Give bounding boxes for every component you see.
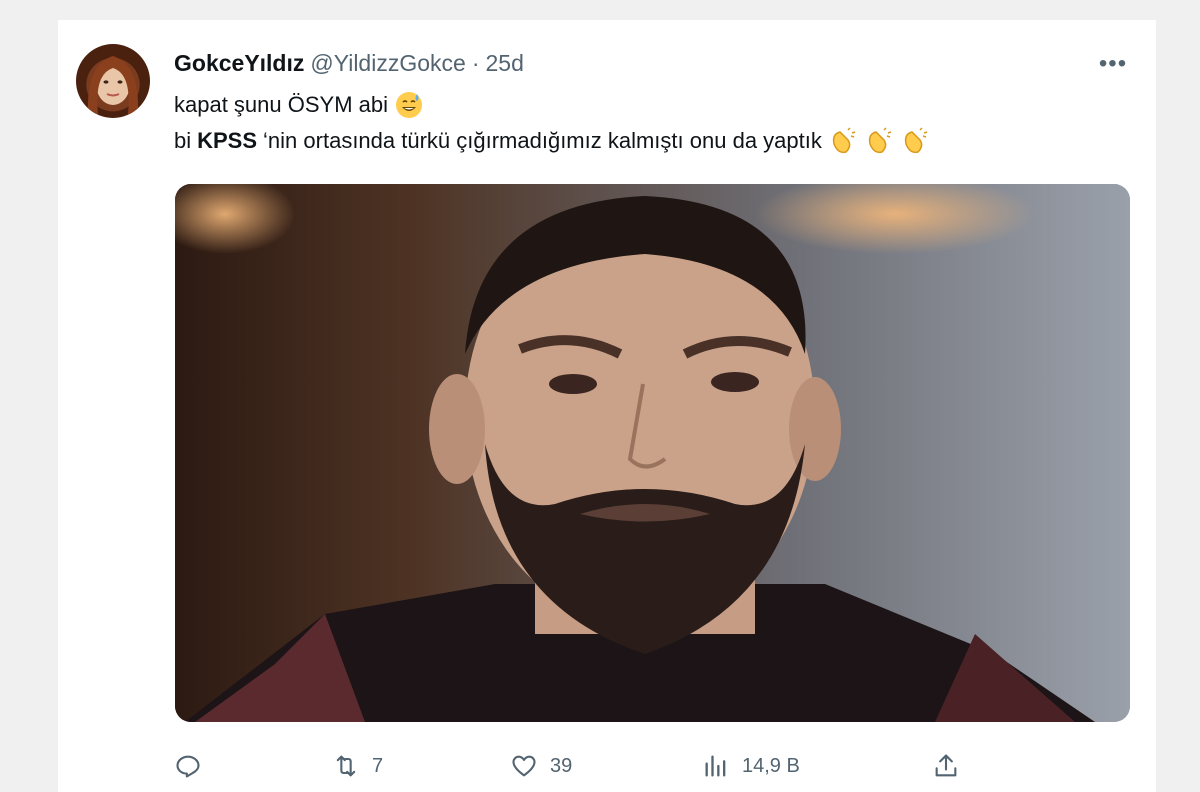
reply-button[interactable] [174, 746, 202, 786]
tweet-text-line-2: bi KPSS ‘nin ortasında türkü çığırmadığı… [174, 126, 930, 156]
like-button[interactable]: 39 [510, 746, 572, 786]
share-icon [935, 754, 957, 777]
view-count: 14,9 B [742, 754, 800, 777]
header-separator: · [471, 49, 480, 76]
retweet-count: 7 [372, 754, 384, 777]
retweet-icon [336, 755, 356, 777]
clapping-hands-icon [900, 126, 930, 156]
reply-icon [176, 755, 200, 778]
more-options-button[interactable]: ••• [1096, 50, 1130, 78]
clapping-hands-icon [864, 126, 894, 156]
display-name[interactable]: GokceYıldız [174, 50, 304, 77]
views-chart-icon [705, 755, 726, 777]
timestamp[interactable]: 25d [485, 50, 523, 77]
tweet-text-line-1: kapat şunu ÖSYM abi [174, 90, 424, 120]
handle[interactable]: @YildizzGokce [310, 50, 465, 77]
tweet-text: kapat şunu ÖSYM abi [174, 92, 389, 117]
clapping-hands-icon [828, 126, 858, 156]
like-count: 39 [550, 754, 573, 777]
tweet-media-image[interactable] [175, 184, 1130, 722]
tweet-actions-bar: 7 39 14,9 B [172, 746, 972, 786]
share-button[interactable] [932, 746, 960, 786]
tweet-text-prefix: bi [174, 128, 192, 153]
tweet-text-bold: KPSS [197, 128, 258, 153]
tweet-text-rest: ‘nin ortasında türkü çığırmadığımız kalm… [263, 128, 822, 153]
tweet-header: GokceYıldız @YildizzGokce · 25d [174, 49, 524, 77]
retweet-button[interactable]: 7 [332, 746, 383, 786]
avatar[interactable] [76, 44, 150, 118]
grinning-sweat-emoji-icon [394, 90, 424, 120]
views-button[interactable]: 14,9 B [702, 746, 800, 786]
heart-icon [512, 755, 536, 777]
